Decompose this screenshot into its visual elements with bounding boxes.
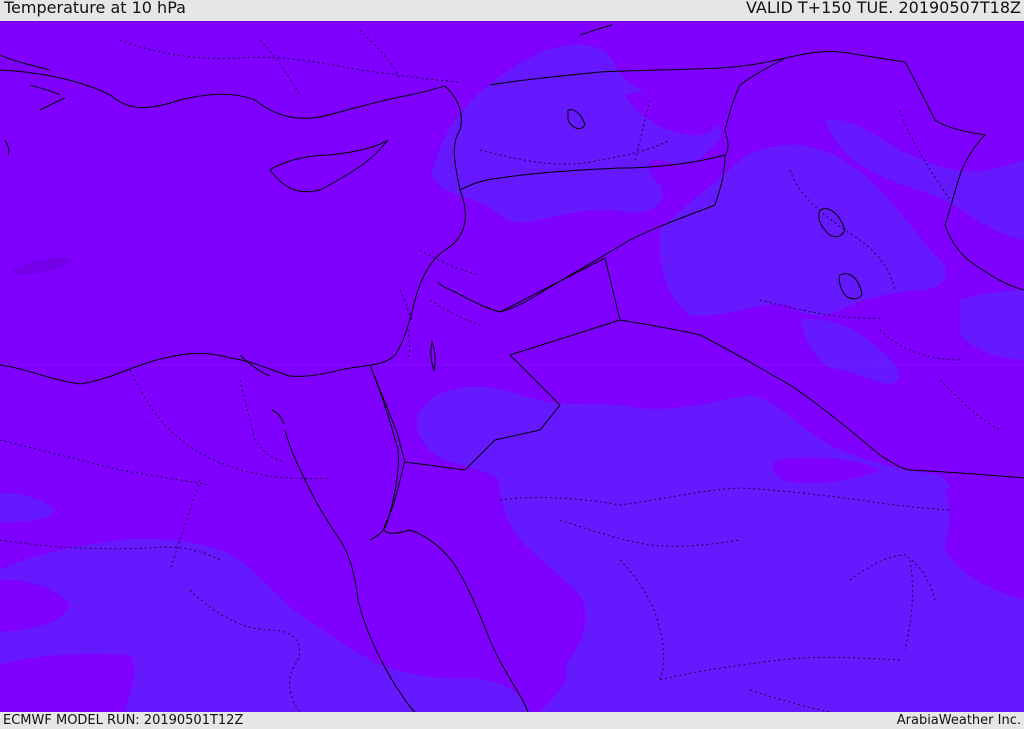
temperature-map — [0, 21, 1024, 712]
header-bar: Temperature at 10 hPa VALID T+150 TUE. 2… — [0, 0, 1024, 21]
map-canvas — [0, 21, 1024, 712]
valid-time: VALID T+150 TUE. 20190507T18Z — [745, 0, 1021, 17]
model-run: ECMWF MODEL RUN: 20190501T12Z — [3, 713, 244, 728]
map-title: Temperature at 10 hPa — [4, 0, 186, 17]
footer-bar: ECMWF MODEL RUN: 20190501T12Z ArabiaWeat… — [0, 712, 1024, 729]
credit: ArabiaWeather Inc. — [896, 713, 1021, 728]
warm-spot-africa-south — [0, 653, 135, 712]
map-page: Temperature at 10 hPa VALID T+150 TUE. 2… — [0, 0, 1024, 729]
